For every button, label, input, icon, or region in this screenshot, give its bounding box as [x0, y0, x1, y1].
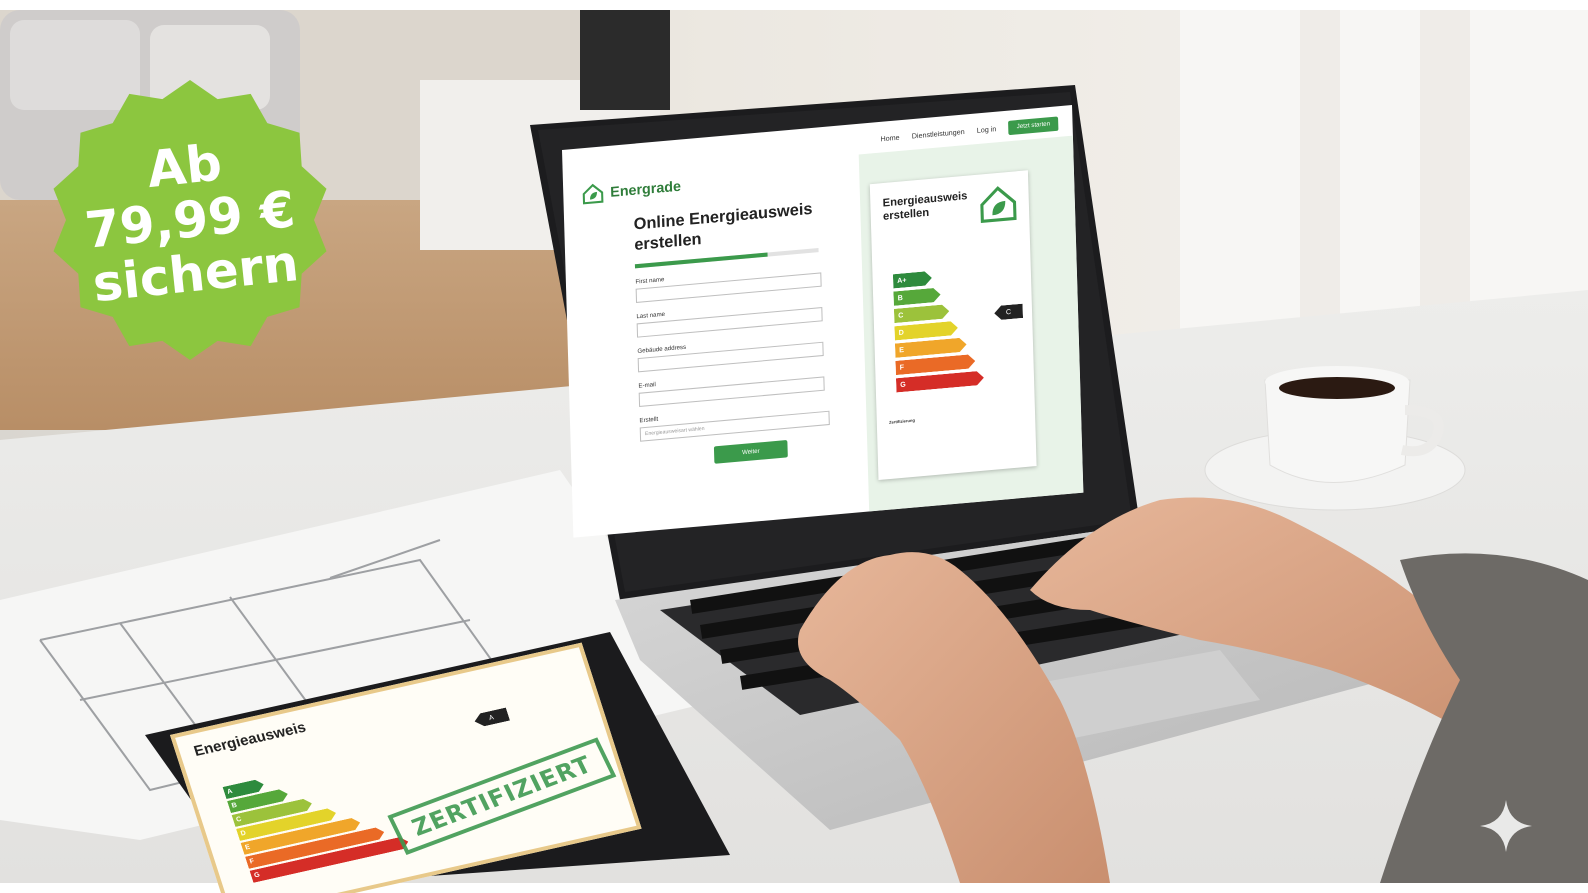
- nav-login[interactable]: Log in: [977, 125, 997, 134]
- site-logo[interactable]: Energrade: [581, 174, 681, 205]
- nav-cta-button[interactable]: Jetzt starten: [1008, 116, 1059, 136]
- certificate-form: Online Energieausweis erstellen First na…: [633, 197, 844, 442]
- sparkle-icon: [1480, 800, 1532, 852]
- energy-bar-d: D: [894, 321, 958, 341]
- house-leaf-icon: [582, 183, 604, 205]
- energy-bar-e: E: [895, 337, 967, 358]
- form-progress-fill: [634, 252, 768, 269]
- logo-text: Energrade: [610, 177, 682, 200]
- price-badge: Ab 79,99 € sichern: [40, 70, 340, 370]
- energy-bar-aplus: A+: [893, 271, 932, 289]
- nav-services[interactable]: Dienstleistungen: [912, 128, 965, 140]
- house-leaf-icon: [980, 186, 1017, 223]
- tablet-class-indicator: A: [473, 707, 511, 728]
- tablet-title: Energieausweis: [191, 719, 309, 760]
- certified-stamp: ZERTIFIZIERT: [387, 737, 617, 855]
- nav-home[interactable]: Home: [880, 134, 899, 143]
- energy-class-indicator: C: [994, 304, 1023, 321]
- form-title: Online Energieausweis erstellen: [633, 200, 813, 255]
- energy-bar-b: B: [893, 287, 940, 305]
- laptop-screen: Energrade Home Dienstleistungen Log in J…: [562, 105, 1084, 538]
- tablet-energy-bars: ABCDEFG: [223, 752, 411, 885]
- energy-label-card: Energieausweis erstellen A+ B C D E F G C Zert…: [869, 170, 1037, 480]
- energy-bar-c: C: [894, 304, 950, 323]
- energy-bar-f: F: [895, 354, 975, 375]
- submit-button[interactable]: Weiter: [713, 439, 788, 464]
- badge-text: Ab 79,99 € sichern: [25, 55, 355, 385]
- energy-class-bars: A+ B C D E F G: [893, 266, 984, 395]
- card-title: Energieausweis erstellen: [882, 189, 968, 223]
- photo-stage: Energrade Home Dienstleistungen Log in J…: [0, 0, 1588, 893]
- card-footer: Zertifizierung: [889, 417, 916, 425]
